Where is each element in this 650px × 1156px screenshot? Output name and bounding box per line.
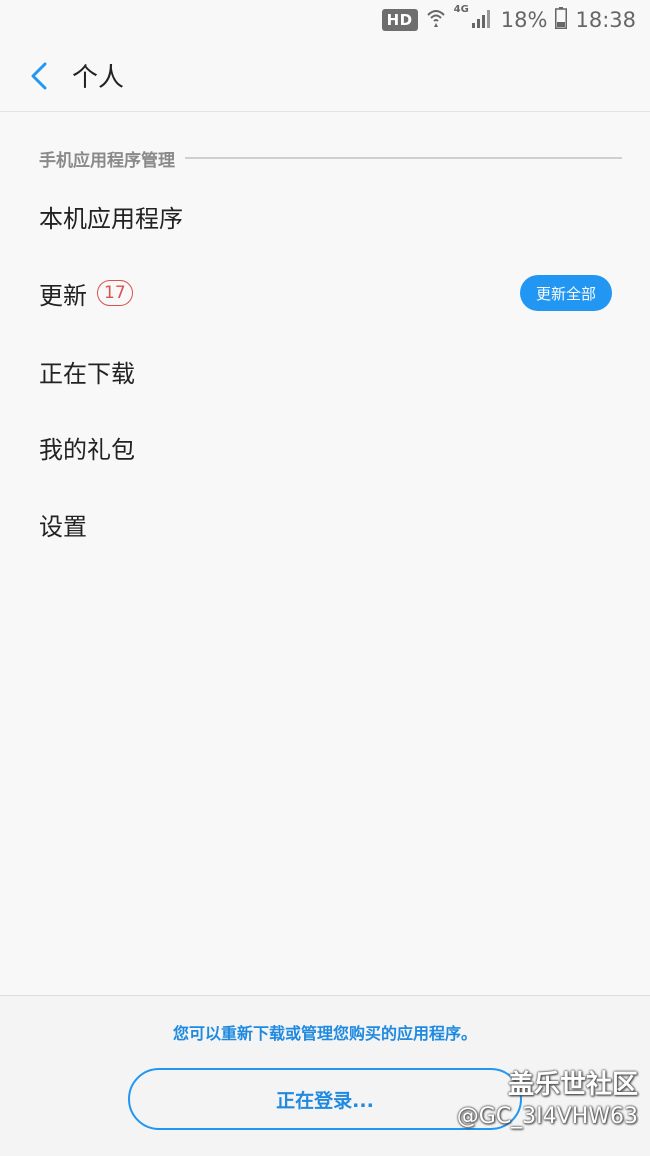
menu-item-label: 设置 <box>39 512 87 541</box>
section-header: 手机应用程序管理 <box>39 146 622 171</box>
back-button[interactable] <box>24 59 54 93</box>
network-type: 4G <box>453 3 469 15</box>
page-title: 个人 <box>72 63 125 93</box>
chevron-left-icon <box>31 62 47 89</box>
menu-item-downloading[interactable]: 正在下载 <box>0 336 650 406</box>
wifi-icon <box>426 7 446 34</box>
watermark-brand: 盖乐世社区 <box>507 1070 638 1100</box>
menu-item-label: 本机应用程序 <box>39 204 183 233</box>
section-title: 手机应用程序管理 <box>39 150 175 171</box>
update-all-button[interactable]: 更新全部 <box>520 275 612 311</box>
menu-item-updates[interactable]: 更新 17 更新全部 <box>0 258 650 328</box>
menu-item-my-gifts[interactable]: 我的礼包 <box>0 412 650 482</box>
update-count-badge: 17 <box>97 280 133 306</box>
clock: 18:38 <box>575 8 636 32</box>
network-indicator: 4G <box>454 4 493 33</box>
battery-icon <box>555 6 568 34</box>
signal-icon <box>471 8 493 33</box>
menu-item-label: 更新 <box>39 281 87 310</box>
watermark-user: @GC_3I4VHW63 <box>456 1104 638 1129</box>
menu-item-label: 我的礼包 <box>39 435 135 464</box>
menu-item-label: 正在下载 <box>39 359 135 388</box>
footer-message: 您可以重新下载或管理您购买的应用程序。 <box>172 1024 477 1043</box>
battery-percent: 18% <box>500 8 548 32</box>
app-header: 个人 <box>0 40 650 112</box>
status-bar: HD 4G 18% 18:38 <box>0 0 650 40</box>
section-divider <box>185 157 622 159</box>
menu-item-settings[interactable]: 设置 <box>0 489 650 559</box>
hd-badge: HD <box>381 9 418 31</box>
menu-item-local-apps[interactable]: 本机应用程序 <box>0 181 650 251</box>
